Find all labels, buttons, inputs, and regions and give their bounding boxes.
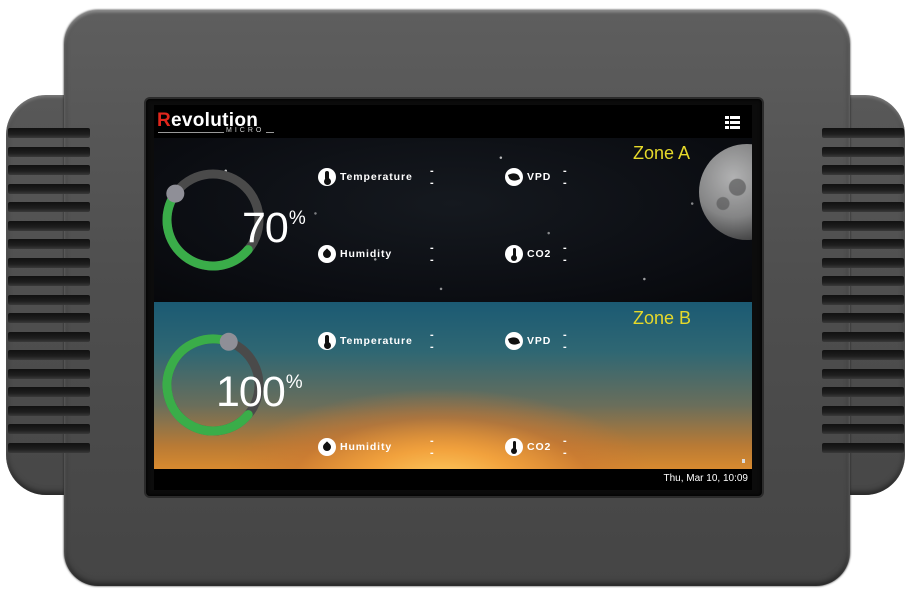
zone-b-vpd-value: --: [563, 329, 568, 353]
status-bar: Thu, Mar 10, 10:09: [154, 469, 752, 490]
zone-a-humidity[interactable]: Humidity --: [318, 242, 434, 266]
date-time: Thu, Mar 10, 10:09: [663, 473, 749, 484]
zone-a-panel[interactable]: Zone A 70% Temperature -- VPD -- Humidit…: [154, 138, 752, 302]
zone-a-co2[interactable]: CO2 --: [505, 242, 567, 266]
zone-a-temperature[interactable]: Temperature --: [318, 165, 434, 189]
zone-a-gauge-value: 70%: [242, 204, 306, 252]
touch-screen: Revolution MICRO Zone A 70% Temperature …: [154, 105, 752, 490]
thermometer-icon: [318, 168, 336, 186]
zone-b-gauge-value: 100%: [216, 368, 303, 416]
zone-b-co2[interactable]: CO2 --: [505, 435, 567, 459]
zone-a-co2-value: --: [563, 242, 568, 266]
right-vent-grille: [822, 128, 904, 461]
leaf-icon: [505, 332, 523, 350]
zone-a-temperature-value: --: [430, 165, 435, 189]
zone-b-vpd[interactable]: VPD --: [505, 329, 567, 353]
zone-a-vpd[interactable]: VPD --: [505, 165, 567, 189]
zone-b-co2-value: --: [563, 435, 568, 459]
moon-image: [699, 144, 752, 240]
droplet-icon: [318, 245, 336, 263]
zone-b-temperature-value: --: [430, 329, 435, 353]
brand-subtitle: MICRO: [224, 127, 267, 134]
zone-b-humidity[interactable]: Humidity --: [318, 435, 434, 459]
co2-sensor-icon: [505, 245, 523, 263]
zone-a-vpd-value: --: [563, 165, 568, 189]
gauge-fill: [162, 189, 253, 271]
thermometer-icon: [318, 332, 336, 350]
zone-b-humidity-value: --: [430, 435, 435, 459]
zone-b-panel[interactable]: Zone B 100% Humidity -- CO2 -- Temperatu…: [154, 302, 752, 469]
gauge-knob: [166, 184, 185, 203]
zone-a-humidity-value: --: [430, 242, 435, 266]
cursor-marker: [742, 459, 745, 463]
grid-menu-icon[interactable]: [725, 116, 740, 129]
zone-a-title: Zone A: [633, 143, 691, 163]
leaf-icon: [505, 168, 523, 186]
zone-b-title: Zone B: [633, 308, 692, 328]
gauge-knob: [219, 332, 238, 351]
top-bar: Revolution MICRO: [154, 105, 752, 137]
zone-b-temperature[interactable]: Temperature --: [318, 329, 434, 353]
co2-sensor-icon: [505, 438, 523, 456]
left-vent-grille: [8, 128, 90, 461]
droplet-icon: [318, 438, 336, 456]
